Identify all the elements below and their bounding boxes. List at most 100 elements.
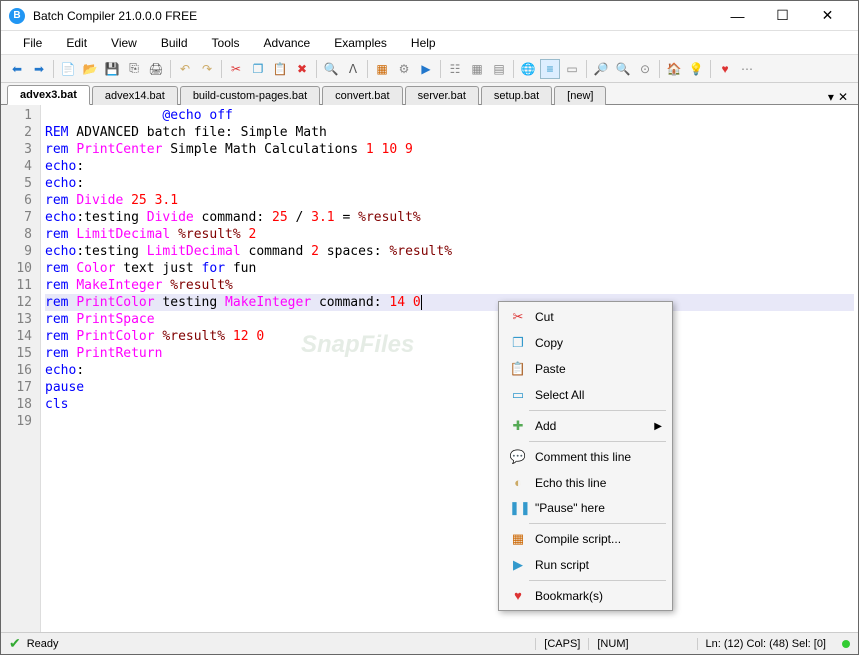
- wrap-button[interactable]: ≡: [540, 59, 560, 79]
- code-line[interactable]: pause: [45, 379, 854, 396]
- tabbar-controls: ▾ ✕: [828, 90, 852, 104]
- close-button[interactable]: ✕: [805, 2, 850, 30]
- bookmark-button[interactable]: ♥: [715, 59, 735, 79]
- zoom-reset-button[interactable]: ⊙: [635, 59, 655, 79]
- tool1-button[interactable]: ☷: [445, 59, 465, 79]
- tab-build-custom-pages-bat[interactable]: build-custom-pages.bat: [180, 86, 320, 105]
- menu-build[interactable]: Build: [151, 33, 198, 53]
- menu-file[interactable]: File: [13, 33, 52, 53]
- add-icon: ✚: [509, 418, 527, 434]
- save-button[interactable]: 💾: [102, 59, 122, 79]
- window-title: Batch Compiler 21.0.0.0 FREE: [33, 9, 715, 23]
- compile-button[interactable]: ▦: [372, 59, 392, 79]
- status-position: Ln: (12) Col: (48) Sel: [0]: [697, 638, 834, 650]
- ctx-comment-this-line[interactable]: 💬Comment this line: [501, 444, 670, 470]
- find-button[interactable]: 🔍: [321, 59, 341, 79]
- back-button[interactable]: ⬅: [7, 59, 27, 79]
- echo-this-line-icon: ◐: [509, 475, 527, 490]
- chevron-right-icon: ▶: [654, 421, 662, 432]
- tab-dropdown-button[interactable]: ▾: [828, 90, 834, 104]
- maximize-button[interactable]: ☐: [760, 2, 805, 30]
- tool4-button[interactable]: ▭: [562, 59, 582, 79]
- tab-setup-bat[interactable]: setup.bat: [481, 86, 552, 105]
- editor[interactable]: 12345678910111213141516171819 @echo offR…: [1, 105, 858, 632]
- code-line[interactable]: echo:: [45, 158, 854, 175]
- menubar: FileEditViewBuildToolsAdvanceExamplesHel…: [1, 31, 858, 55]
- code-line[interactable]: rem LimitDecimal %result% 2: [45, 226, 854, 243]
- ctx-copy[interactable]: ❐Copy: [501, 330, 670, 356]
- ctx-label: "Pause" here: [535, 501, 605, 515]
- new-file-button[interactable]: 📄: [58, 59, 78, 79]
- status-check-icon: ✔: [9, 635, 21, 652]
- code-line[interactable]: echo:: [45, 175, 854, 192]
- tab-server-bat[interactable]: server.bat: [405, 86, 479, 105]
- cut-button[interactable]: ✂: [226, 59, 246, 79]
- menu-edit[interactable]: Edit: [56, 33, 97, 53]
- replace-button[interactable]: ⴷ: [343, 59, 363, 79]
- tab-close-button[interactable]: ✕: [838, 90, 848, 104]
- code-line[interactable]: REM ADVANCED batch file: Simple Math: [45, 124, 854, 141]
- delete-button[interactable]: ✖: [292, 59, 312, 79]
- open-button[interactable]: 📂: [80, 59, 100, 79]
- ctx-cut[interactable]: ✂Cut: [501, 304, 670, 330]
- context-menu: ✂Cut❐Copy📋Paste▭Select All ✚Add▶ 💬Comment …: [498, 301, 673, 611]
- save-all-button[interactable]: ⎘: [124, 59, 144, 79]
- ctx-select-all[interactable]: ▭Select All: [501, 382, 670, 408]
- code-line[interactable]: rem PrintCenter Simple Math Calculations…: [45, 141, 854, 158]
- ctx-label: Compile script...: [535, 532, 621, 546]
- globe-icon[interactable]: 🌐: [518, 59, 538, 79]
- zoom-in-button[interactable]: 🔎: [591, 59, 611, 79]
- more-button[interactable]: ⋯: [737, 59, 757, 79]
- code-line[interactable]: echo:testing Divide command: 25 / 3.1 = …: [45, 209, 854, 226]
- ctx-compile-script---[interactable]: ▦Compile script...: [501, 526, 670, 552]
- ctx-add[interactable]: ✚Add▶: [501, 413, 670, 439]
- ctx-bookmark-s-[interactable]: ♥Bookmark(s): [501, 583, 670, 608]
- menu-view[interactable]: View: [101, 33, 147, 53]
- code-area[interactable]: @echo offREM ADVANCED batch file: Simple…: [41, 105, 858, 632]
- tab--new-[interactable]: [new]: [554, 86, 606, 105]
- forward-button[interactable]: ➡: [29, 59, 49, 79]
- ctx-echo-this-line[interactable]: ◐Echo this line: [501, 470, 670, 495]
- tab-convert-bat[interactable]: convert.bat: [322, 86, 402, 105]
- code-line[interactable]: rem Divide 25 3.1: [45, 192, 854, 209]
- code-line[interactable]: rem Color text just for fun: [45, 260, 854, 277]
- tool3-button[interactable]: ▤: [489, 59, 509, 79]
- code-line[interactable]: cls: [45, 396, 854, 413]
- toolbar: ⬅ ➡ 📄 📂 💾 ⎘ 🖨 ↶ ↷ ✂ ❐ 📋 ✖ 🔍 ⴷ ▦ ⚙ ▶ ☷ ▦ …: [1, 55, 858, 83]
- menu-help[interactable]: Help: [401, 33, 446, 53]
- code-line[interactable]: rem PrintReturn: [45, 345, 854, 362]
- undo-button[interactable]: ↶: [175, 59, 195, 79]
- copy-icon: ❐: [509, 335, 527, 351]
- comment-this-line-icon: 💬: [509, 449, 527, 465]
- code-line[interactable]: rem PrintColor testing MakeInteger comma…: [45, 294, 854, 311]
- code-line[interactable]: @echo off: [45, 107, 854, 124]
- run-button[interactable]: ▶: [416, 59, 436, 79]
- home-button[interactable]: 🏠: [664, 59, 684, 79]
- code-line[interactable]: [45, 413, 854, 430]
- status-num: [NUM]: [588, 638, 636, 650]
- ctx--pause--here[interactable]: ❚❚"Pause" here: [501, 495, 670, 521]
- ctx-run-script[interactable]: ▶Run script: [501, 552, 670, 578]
- zoom-out-button[interactable]: 🔍: [613, 59, 633, 79]
- menu-examples[interactable]: Examples: [324, 33, 397, 53]
- menu-tools[interactable]: Tools: [202, 33, 250, 53]
- code-line[interactable]: rem MakeInteger %result%: [45, 277, 854, 294]
- tab-advex3-bat[interactable]: advex3.bat: [7, 85, 90, 105]
- paste-button[interactable]: 📋: [270, 59, 290, 79]
- code-line[interactable]: echo:: [45, 362, 854, 379]
- code-line[interactable]: rem PrintColor %result% 12 0: [45, 328, 854, 345]
- settings-icon[interactable]: ⚙: [394, 59, 414, 79]
- ctx-label: Run script: [535, 558, 589, 572]
- redo-button[interactable]: ↷: [197, 59, 217, 79]
- minimize-button[interactable]: —: [715, 2, 760, 30]
- code-line[interactable]: echo:testing LimitDecimal command 2 spac…: [45, 243, 854, 260]
- tool2-button[interactable]: ▦: [467, 59, 487, 79]
- bookmark-s--icon: ♥: [509, 588, 527, 603]
- copy-button[interactable]: ❐: [248, 59, 268, 79]
- tab-advex14-bat[interactable]: advex14.bat: [92, 86, 178, 105]
- ctx-paste[interactable]: 📋Paste: [501, 356, 670, 382]
- code-line[interactable]: rem PrintSpace: [45, 311, 854, 328]
- print-button[interactable]: 🖨: [146, 59, 166, 79]
- menu-advance[interactable]: Advance: [254, 33, 321, 53]
- help-button[interactable]: 💡: [686, 59, 706, 79]
